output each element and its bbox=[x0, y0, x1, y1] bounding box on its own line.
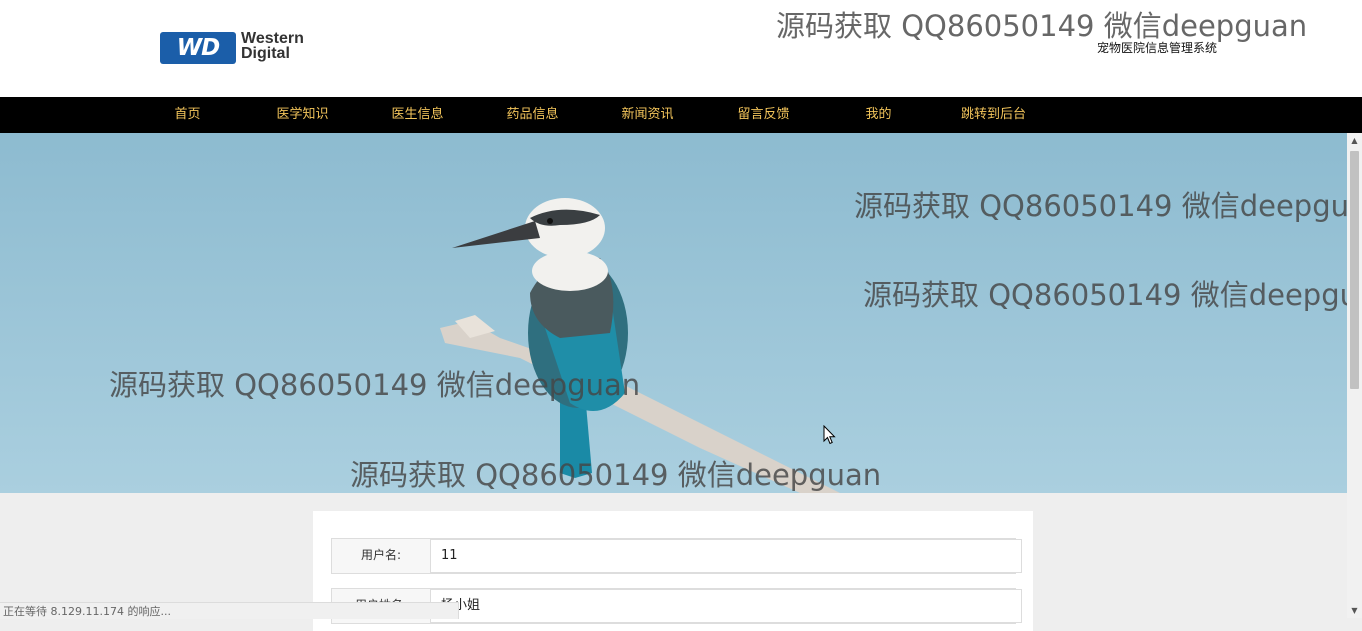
nav-item-doctors[interactable]: 医生信息 bbox=[360, 97, 475, 133]
nav-item-admin[interactable]: 跳转到后台 bbox=[936, 97, 1051, 133]
wd-logo-mark: WD bbox=[160, 32, 236, 64]
nav-item-feedback[interactable]: 留言反馈 bbox=[706, 97, 821, 133]
chevron-down-icon[interactable]: ▼ bbox=[1347, 603, 1362, 618]
chevron-up-icon[interactable]: ▲ bbox=[1347, 133, 1362, 148]
page-scrollbar[interactable]: ▲ ▼ bbox=[1347, 133, 1362, 618]
username-label: 用户名: bbox=[360, 548, 402, 562]
username-row: 用户名: bbox=[331, 538, 1022, 574]
logo-line-1: Western bbox=[241, 30, 304, 47]
username-input[interactable] bbox=[430, 539, 1022, 573]
logo-wordmark: Western Digital bbox=[241, 30, 331, 62]
main-navbar: 首页 医学知识 医生信息 药品信息 新闻资讯 留言反馈 我的 跳转到后台 bbox=[0, 97, 1362, 133]
logo-line-2: Digital bbox=[241, 45, 290, 62]
nav-item-medical-knowledge[interactable]: 医学知识 bbox=[245, 97, 360, 133]
kingfisher-photo bbox=[0, 133, 1347, 493]
site-header: WD Western Digital 源码获取 QQ86050149 微信dee… bbox=[0, 0, 1362, 97]
nav-item-news[interactable]: 新闻资讯 bbox=[590, 97, 705, 133]
scroll-thumb[interactable] bbox=[1350, 151, 1359, 389]
browser-status-bar: 正在等待 8.129.11.174 的响应... bbox=[0, 602, 459, 619]
watermark-header: 源码获取 QQ86050149 微信deepguan bbox=[776, 9, 1308, 43]
western-digital-logo[interactable]: WD Western Digital bbox=[160, 31, 330, 65]
nav-item-mine[interactable]: 我的 bbox=[821, 97, 936, 133]
mouse-pointer-icon bbox=[823, 425, 836, 445]
nav-item-home[interactable]: 首页 bbox=[130, 97, 245, 133]
nav-item-medicines[interactable]: 药品信息 bbox=[475, 97, 590, 133]
hero-banner-image: 源码获取 QQ86050149 微信deepgua 源码获取 QQ8605014… bbox=[0, 133, 1347, 493]
site-subtitle: 宠物医院信息管理系统 bbox=[1097, 41, 1218, 55]
